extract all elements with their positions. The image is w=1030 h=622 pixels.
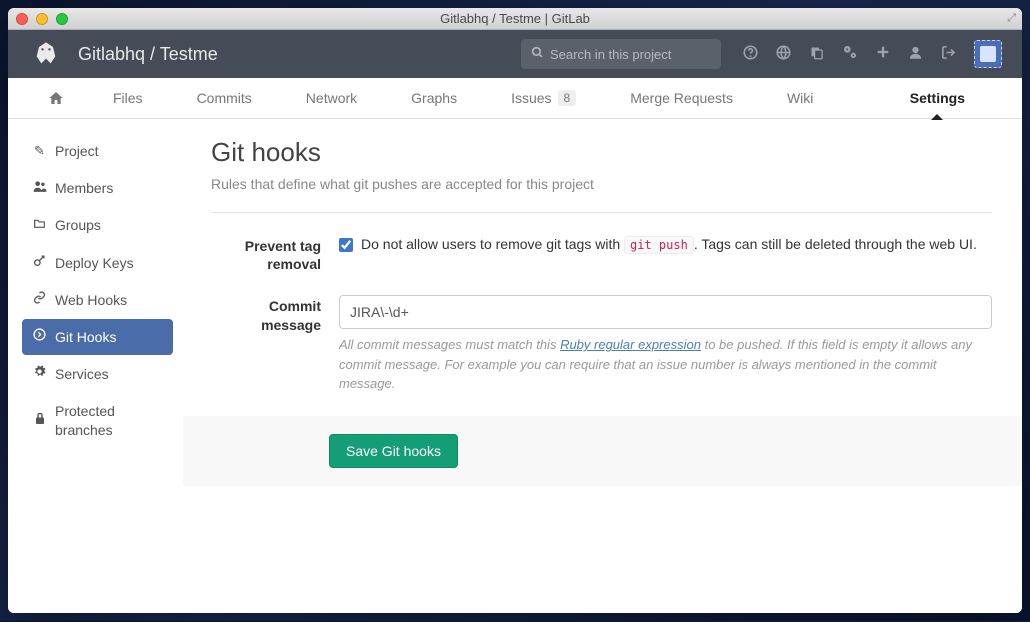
prevent-tag-row: Prevent tag removal Do not allow users t… xyxy=(211,235,992,273)
sidebar-git-hooks[interactable]: Git Hooks xyxy=(22,319,173,355)
gitlab-logo[interactable] xyxy=(28,36,64,72)
window-controls xyxy=(16,13,68,25)
minimize-window-button[interactable] xyxy=(36,13,48,25)
copy-icon[interactable] xyxy=(809,45,824,64)
prevent-tag-label: Prevent tag removal xyxy=(211,235,339,273)
nav-files[interactable]: Files xyxy=(86,78,170,119)
nav-issues[interactable]: Issues8 xyxy=(484,78,603,119)
sidebar: ✎ Project Members Groups Deploy Keys Web… xyxy=(8,119,183,613)
avatar[interactable] xyxy=(974,40,1002,68)
page-subtitle: Rules that define what git pushes are ac… xyxy=(211,176,992,192)
nav-network[interactable]: Network xyxy=(279,78,384,119)
sidebar-members[interactable]: Members xyxy=(22,170,173,206)
globe-icon[interactable] xyxy=(776,45,791,64)
git-push-code: git push xyxy=(624,236,694,254)
search-icon xyxy=(531,46,544,62)
logout-icon[interactable] xyxy=(941,45,956,64)
commit-message-row: Commit message All commit messages must … xyxy=(211,295,992,394)
arrow-right-icon xyxy=(32,328,47,346)
app-window: Gitlabhq / Testme | GitLab ⤢ Gitlabhq / … xyxy=(8,8,1022,613)
content: Git hooks Rules that define what git pus… xyxy=(183,119,1022,613)
commit-message-input[interactable] xyxy=(339,295,992,329)
zoom-window-button[interactable] xyxy=(56,13,68,25)
close-window-button[interactable] xyxy=(16,13,28,25)
sidebar-deploy-keys[interactable]: Deploy Keys xyxy=(22,245,173,281)
nav-graphs[interactable]: Graphs xyxy=(384,78,484,119)
titlebar: Gitlabhq / Testme | GitLab ⤢ xyxy=(8,8,1022,30)
search-box[interactable] xyxy=(521,39,721,69)
edit-icon: ✎ xyxy=(32,143,47,160)
nav-settings[interactable]: Settings xyxy=(883,78,992,119)
form-actions: Save Git hooks xyxy=(183,416,1022,486)
commit-message-label: Commit message xyxy=(211,295,339,394)
breadcrumb[interactable]: Gitlabhq / Testme xyxy=(78,44,218,65)
ruby-regex-link[interactable]: Ruby regular expression xyxy=(560,337,701,352)
gears-icon[interactable] xyxy=(842,44,858,64)
prevent-tag-checkbox-label[interactable]: Do not allow users to remove git tags wi… xyxy=(339,235,992,255)
topbar-actions xyxy=(743,40,1002,68)
save-git-hooks-button[interactable]: Save Git hooks xyxy=(329,434,458,468)
sidebar-project[interactable]: ✎ Project xyxy=(22,133,173,169)
divider xyxy=(211,212,992,213)
page-title: Git hooks xyxy=(211,137,992,168)
commit-message-help: All commit messages must match this Ruby… xyxy=(339,335,992,394)
lock-icon xyxy=(32,412,47,430)
prevent-tag-description: Do not allow users to remove git tags wi… xyxy=(361,235,977,255)
sidebar-groups[interactable]: Groups xyxy=(22,207,173,243)
sidebar-services[interactable]: Services xyxy=(22,356,173,392)
expand-icon[interactable]: ⤢ xyxy=(1007,12,1016,25)
project-nav: Files Commits Network Graphs Issues8 Mer… xyxy=(8,78,1022,119)
help-icon[interactable] xyxy=(743,45,758,64)
nav-wiki[interactable]: Wiki xyxy=(760,78,840,119)
user-icon[interactable] xyxy=(908,45,923,64)
topbar: Gitlabhq / Testme xyxy=(8,30,1022,78)
nav-merge-requests[interactable]: Merge Requests xyxy=(603,78,760,119)
key-icon xyxy=(32,254,47,272)
gear-icon xyxy=(32,365,47,383)
sidebar-web-hooks[interactable]: Web Hooks xyxy=(22,282,173,318)
users-icon xyxy=(32,180,47,197)
window-title: Gitlabhq / Testme | GitLab xyxy=(16,11,1014,26)
issues-count-badge: 8 xyxy=(558,90,577,106)
folder-icon xyxy=(32,217,47,234)
nav-commits[interactable]: Commits xyxy=(170,78,279,119)
plus-icon[interactable] xyxy=(876,45,890,63)
prevent-tag-checkbox[interactable] xyxy=(339,238,353,252)
main: ✎ Project Members Groups Deploy Keys Web… xyxy=(8,119,1022,613)
search-input[interactable] xyxy=(550,47,711,62)
nav-home[interactable] xyxy=(38,78,86,119)
sidebar-protected-branches[interactable]: Protected branches xyxy=(22,393,173,447)
link-icon xyxy=(32,291,47,309)
